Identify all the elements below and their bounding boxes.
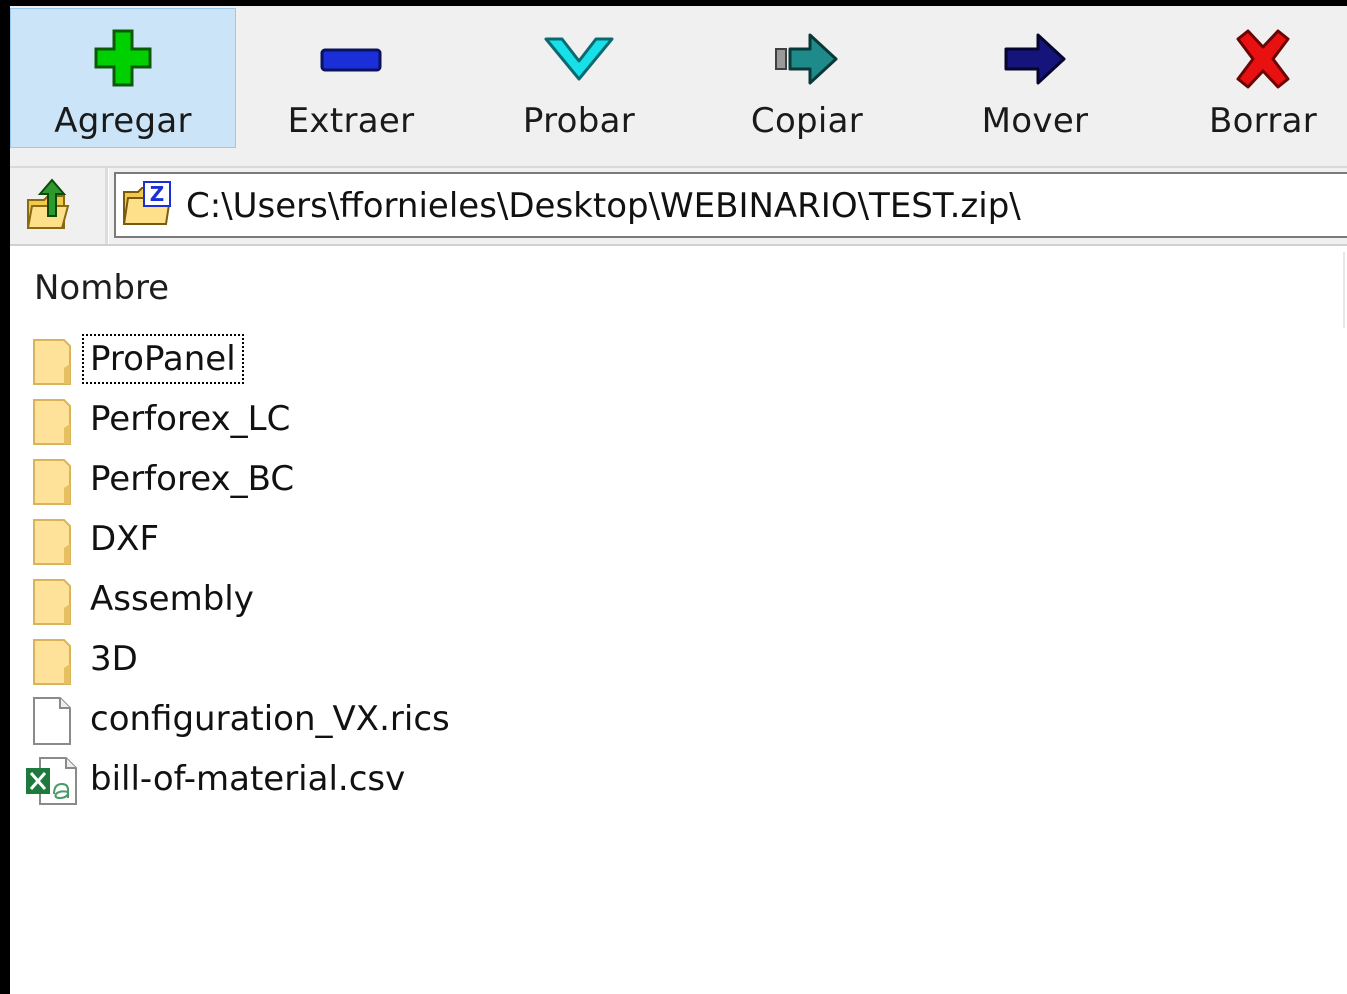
folder-up-icon bbox=[26, 178, 70, 229]
up-folder-button[interactable] bbox=[24, 178, 76, 234]
move-button-label: Mover bbox=[981, 101, 1089, 141]
check-icon bbox=[544, 27, 614, 91]
extract-button[interactable]: Extraer bbox=[238, 8, 464, 148]
test-button-label: Probar bbox=[522, 101, 636, 141]
list-item-name: DXF bbox=[90, 519, 160, 559]
list-item[interactable]: bill-of-material.csv bbox=[26, 750, 726, 810]
toolbar: Agregar Extraer Probar Copiar Mover Borr… bbox=[10, 6, 1347, 168]
list-item-name: bill-of-material.csv bbox=[90, 759, 406, 799]
list-item-name: Perforex_BC bbox=[90, 459, 295, 499]
path-text: C:\Users\ffornieles\Desktop\WEBINARIO\TE… bbox=[186, 186, 1021, 226]
folder-icon bbox=[26, 574, 80, 628]
folder-icon bbox=[26, 454, 80, 508]
file-list[interactable]: Nombre ProPanel Perforex_LC Perforex_BC … bbox=[10, 246, 1347, 994]
scrollbar-edge bbox=[1343, 252, 1345, 328]
folder-icon bbox=[26, 634, 80, 688]
add-button-label: Agregar bbox=[54, 101, 192, 141]
plus-icon bbox=[88, 27, 158, 91]
excel-file-icon bbox=[26, 754, 80, 808]
add-button[interactable]: Agregar bbox=[10, 8, 236, 148]
list-item-name: Perforex_LC bbox=[90, 399, 291, 439]
list-item[interactable]: Assembly bbox=[26, 570, 726, 630]
path-field[interactable]: Z C:\Users\ffornieles\Desktop\WEBINARIO\… bbox=[114, 172, 1347, 238]
test-button[interactable]: Probar bbox=[466, 8, 692, 148]
column-header-name[interactable]: Nombre bbox=[34, 268, 169, 308]
list-item[interactable]: Perforex_LC bbox=[26, 390, 726, 450]
delete-x-icon bbox=[1228, 27, 1298, 91]
list-item[interactable]: ProPanel bbox=[26, 330, 726, 390]
delete-button-label: Borrar bbox=[1208, 101, 1318, 141]
svg-text:Z: Z bbox=[150, 182, 165, 206]
archive-window: Agregar Extraer Probar Copiar Mover Borr… bbox=[10, 6, 1347, 994]
list-item[interactable]: configuration_VX.rics bbox=[26, 690, 726, 750]
address-separator bbox=[105, 168, 109, 244]
delete-button[interactable]: Borrar bbox=[1150, 8, 1347, 148]
file-icon bbox=[26, 694, 80, 748]
folder-icon bbox=[26, 394, 80, 448]
copy-button-label: Copiar bbox=[750, 101, 864, 141]
copy-button[interactable]: Copiar bbox=[694, 8, 920, 148]
move-button[interactable]: Mover bbox=[922, 8, 1148, 148]
list-item-name: Assembly bbox=[90, 579, 254, 619]
list-item-name: 3D bbox=[90, 639, 138, 679]
folder-icon bbox=[26, 514, 80, 568]
address-bar: Z C:\Users\ffornieles\Desktop\WEBINARIO\… bbox=[10, 168, 1347, 246]
copy-arrow-icon bbox=[772, 27, 842, 91]
list-item-name: ProPanel bbox=[82, 334, 244, 384]
folder-icon bbox=[26, 334, 80, 388]
list-item-name: configuration_VX.rics bbox=[90, 699, 450, 739]
minus-icon bbox=[316, 27, 386, 91]
move-arrow-icon bbox=[1000, 27, 1070, 91]
list-item[interactable]: DXF bbox=[26, 510, 726, 570]
zip-folder-icon: Z bbox=[122, 180, 174, 228]
list-item[interactable]: Perforex_BC bbox=[26, 450, 726, 510]
extract-button-label: Extraer bbox=[287, 101, 415, 141]
list-item[interactable]: 3D bbox=[26, 630, 726, 690]
